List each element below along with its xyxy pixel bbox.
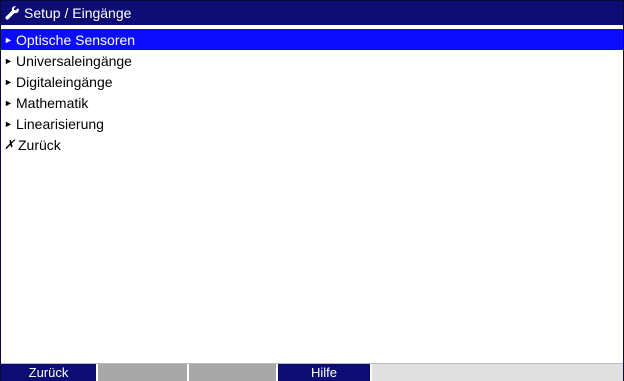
softkey-zurueck-button[interactable]: Zurück xyxy=(1,364,98,381)
softkey-3-button[interactable] xyxy=(189,364,278,381)
arrow-right-icon: ► xyxy=(4,34,13,45)
menu-item-mathematik[interactable]: ► Mathematik xyxy=(1,92,623,113)
menu-item-label: Universaleingänge xyxy=(16,52,132,69)
menu-item-label: Zurück xyxy=(18,136,61,153)
softkey-hilfe-button[interactable]: Hilfe xyxy=(278,364,372,381)
arrow-right-icon: ► xyxy=(4,118,13,129)
page-title: Setup / Eingänge xyxy=(24,5,132,21)
arrow-right-icon: ► xyxy=(4,76,13,87)
wrench-icon xyxy=(5,6,19,20)
menu-item-label: Digitaleingänge xyxy=(16,73,113,90)
menu-item-label: Mathematik xyxy=(16,94,89,111)
device-screen: Setup / Eingänge ► Optische Sensoren ► U… xyxy=(0,0,624,381)
menu-item-linearisierung[interactable]: ► Linearisierung xyxy=(1,113,623,134)
menu-item-zurueck[interactable]: ✗ Zurück xyxy=(1,134,623,155)
arrow-right-icon: ► xyxy=(4,97,13,108)
menu-item-label: Linearisierung xyxy=(16,115,104,132)
arrow-right-icon: ► xyxy=(4,55,13,66)
menu-list: ► Optische Sensoren ► Universaleingänge … xyxy=(1,29,623,155)
menu-item-digitaleingaenge[interactable]: ► Digitaleingänge xyxy=(1,71,623,92)
title-bar: Setup / Eingänge xyxy=(1,1,623,26)
softkey-bar-filler xyxy=(372,364,623,381)
softkey-2-button[interactable] xyxy=(98,364,189,381)
menu-item-label: Optische Sensoren xyxy=(16,31,136,48)
menu-item-optische-sensoren[interactable]: ► Optische Sensoren xyxy=(1,29,623,50)
menu-item-universaleingaenge[interactable]: ► Universaleingänge xyxy=(1,50,623,71)
softkey-bar: Zurück Hilfe xyxy=(1,363,623,381)
close-icon: ✗ xyxy=(4,136,15,152)
